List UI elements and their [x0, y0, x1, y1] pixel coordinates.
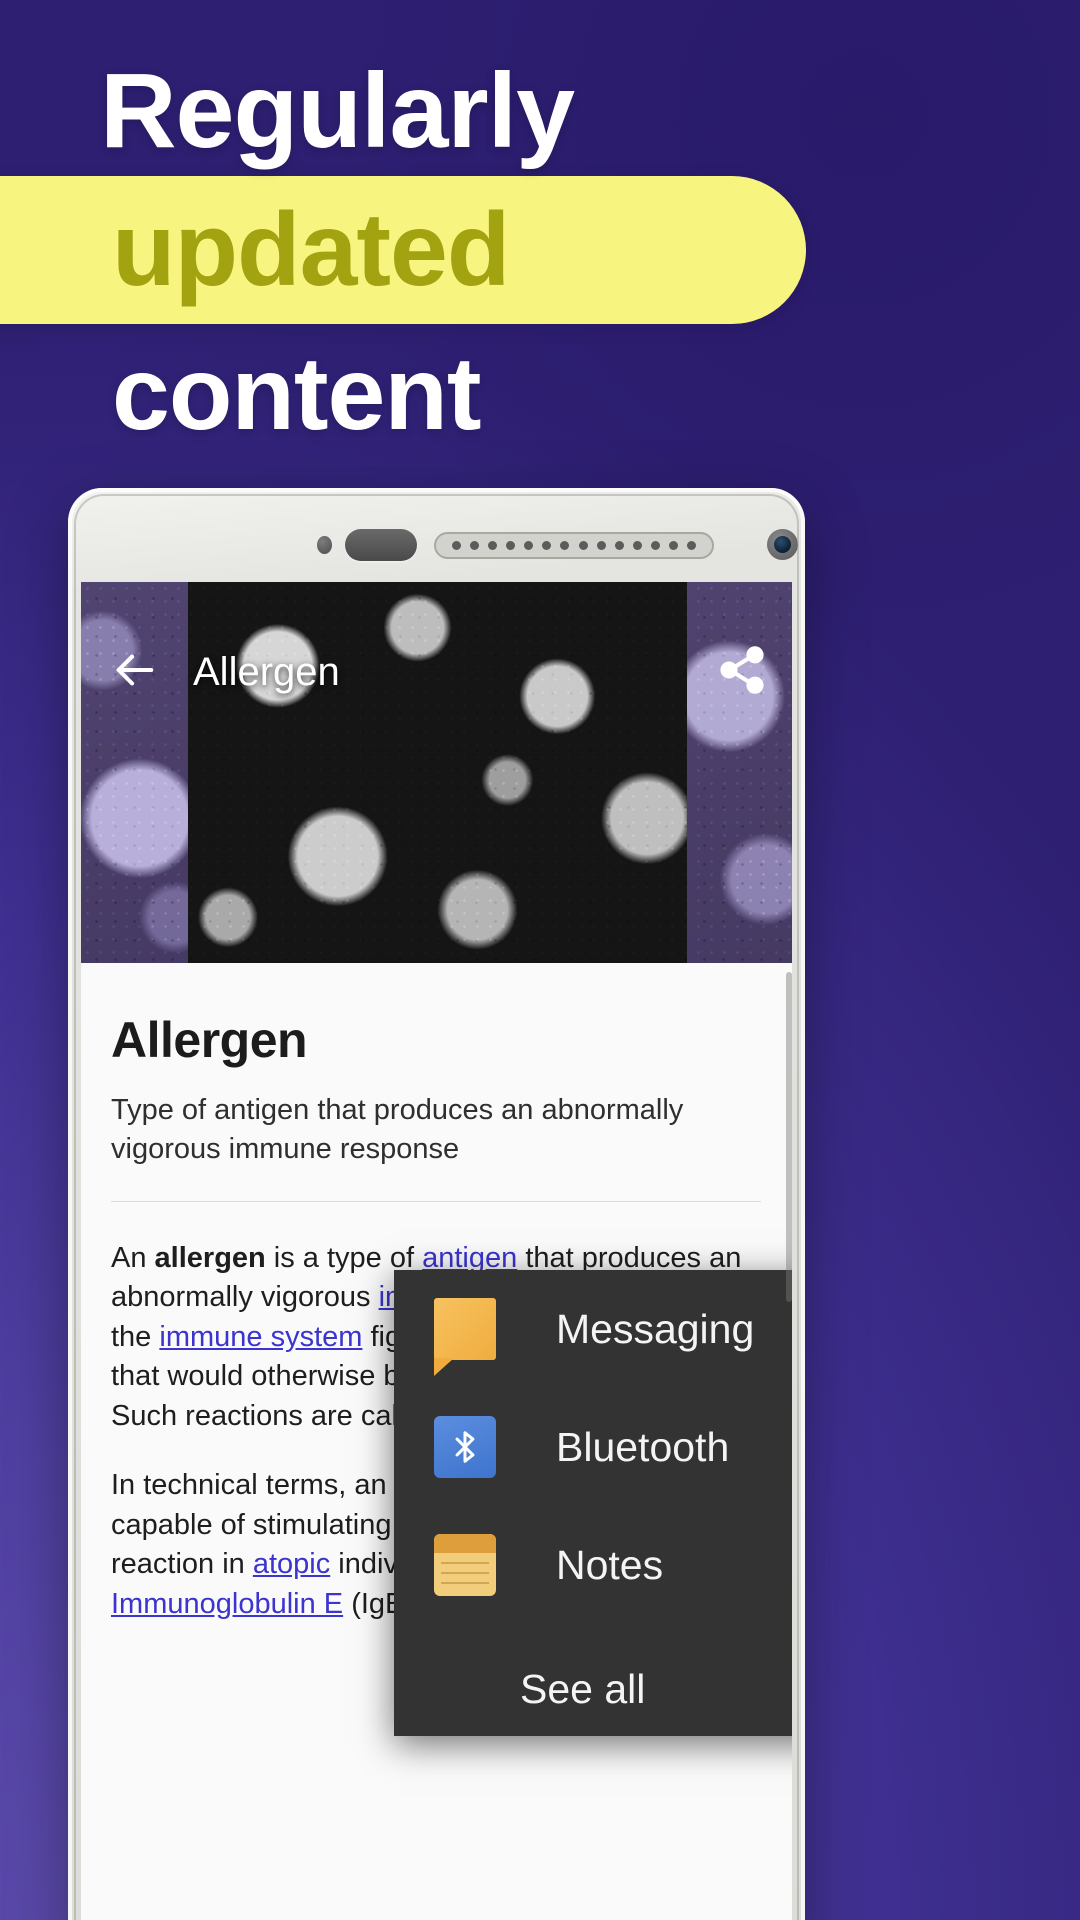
share-option-label: Notes — [556, 1541, 664, 1588]
light-sensor-icon — [345, 529, 417, 561]
headline-line-2: updated — [112, 192, 510, 308]
headline-line-1: Regularly — [100, 52, 575, 170]
app-bar-title: Allergen — [193, 649, 340, 694]
share-see-all-label: See all — [520, 1665, 646, 1712]
notes-icon — [434, 1534, 496, 1596]
headline-line-3: content — [112, 336, 482, 452]
article-scrollbar[interactable] — [786, 972, 792, 1302]
article-subtitle: Type of antigen that produces an abnorma… — [111, 1094, 684, 1166]
phone-top-bezel — [68, 488, 805, 582]
proximity-sensor-icon — [317, 536, 332, 554]
article-divider — [111, 1201, 761, 1202]
app-bar: Allergen — [81, 622, 792, 722]
share-option-label: Bluetooth — [556, 1423, 730, 1470]
messaging-icon — [434, 1298, 496, 1376]
phone-screen: Allergen Allergen Type of antigen that p… — [81, 582, 792, 1920]
back-arrow-icon — [111, 647, 157, 698]
share-option-bluetooth[interactable]: Bluetooth — [394, 1388, 792, 1506]
share-option-messaging[interactable]: Messaging — [394, 1270, 792, 1388]
share-icon — [716, 644, 768, 701]
share-option-label: Messaging — [556, 1305, 755, 1352]
article-title: Allergen — [111, 1012, 308, 1068]
share-option-notes[interactable]: Notes — [394, 1506, 792, 1624]
front-camera-icon — [767, 529, 798, 560]
article-text: An — [111, 1242, 155, 1274]
bluetooth-icon — [434, 1416, 496, 1478]
article-bold-term: allergen — [154, 1242, 266, 1274]
earpiece-speaker-icon — [434, 532, 714, 559]
article-wiki-link[interactable]: Immunoglobulin E — [111, 1588, 343, 1620]
phone-mockup: Allergen Allergen Type of antigen that p… — [68, 488, 805, 1920]
share-see-all-button[interactable]: See all — [394, 1642, 792, 1736]
share-button[interactable] — [708, 638, 776, 706]
share-sheet[interactable]: Messaging Bluetooth Notes See all — [394, 1270, 792, 1736]
article-wiki-link[interactable]: immune system — [159, 1321, 362, 1353]
back-button[interactable] — [81, 622, 187, 722]
article-wiki-link[interactable]: atopic — [253, 1548, 330, 1580]
